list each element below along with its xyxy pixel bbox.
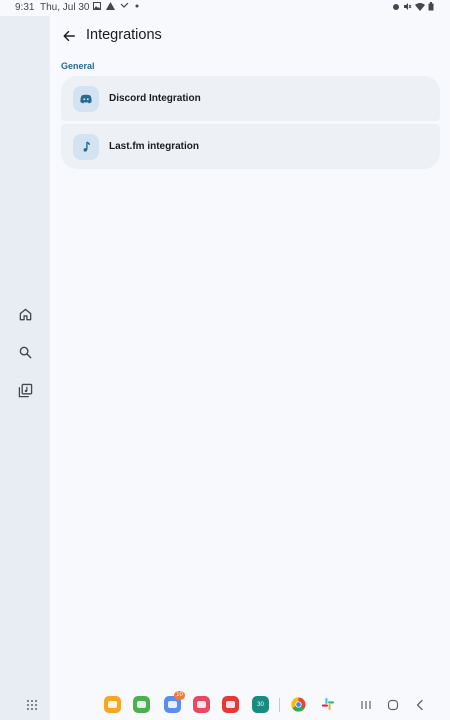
dot-icon	[134, 2, 140, 12]
list-item-lastfm-integration[interactable]: Last.fm integration	[61, 124, 440, 169]
search-icon	[19, 346, 31, 358]
calendar-app-icon[interactable]: 10	[164, 691, 185, 713]
calendar-date-text: 30	[257, 701, 264, 708]
section-label-general: General	[61, 61, 95, 71]
rail-item-search[interactable]	[15, 342, 35, 362]
notification-badge: 10	[174, 691, 185, 700]
back-button[interactable]	[59, 26, 79, 46]
music-note-icon-tile	[73, 133, 99, 160]
screen-recorder-app-icon[interactable]	[193, 696, 210, 713]
calendar-30-app-icon[interactable]: 30	[252, 696, 269, 713]
flipboard-app-icon[interactable]	[222, 696, 239, 713]
home-icon	[19, 308, 31, 320]
status-date: Thu, Jul 30	[40, 2, 90, 13]
discord-integration-label: Discord Integration	[109, 93, 201, 104]
system-icons	[392, 2, 434, 13]
arrow-back-icon	[63, 30, 75, 42]
rail-item-home[interactable]	[15, 304, 35, 324]
discord-icon	[80, 94, 92, 103]
apps-grid-icon[interactable]	[25, 698, 39, 712]
slack-app-icon[interactable]	[321, 697, 335, 711]
back-nav-icon[interactable]	[413, 698, 427, 712]
mute-icon	[403, 2, 412, 13]
taskbar-divider	[279, 698, 280, 712]
taskbar: 10 30	[0, 690, 450, 720]
discord-icon-tile	[73, 85, 99, 112]
recent-apps-icon[interactable]	[359, 698, 373, 712]
status-bar: 9:31 Thu, Jul 30	[0, 0, 450, 16]
my-files-app-icon[interactable]	[104, 696, 121, 713]
rail-item-library[interactable]	[15, 380, 35, 400]
alarm-icon	[392, 2, 400, 13]
image-icon	[93, 2, 101, 12]
status-time: 9:31	[15, 2, 35, 13]
navigation-rail	[0, 16, 50, 720]
list-item-discord-integration[interactable]: Discord Integration	[61, 76, 440, 121]
notification-icons	[93, 2, 140, 12]
battery-icon	[428, 2, 434, 13]
lastfm-integration-label: Last.fm integration	[109, 141, 200, 152]
library-icon	[18, 383, 32, 397]
page-title: Integrations	[86, 27, 162, 43]
wifi-icon	[415, 2, 425, 13]
integrations-list: Discord Integration Last.fm integration	[61, 76, 440, 170]
home-nav-icon[interactable]	[386, 698, 400, 712]
music-note-icon	[83, 141, 91, 152]
chrome-app-icon[interactable]	[291, 697, 306, 712]
calculator-app-icon[interactable]	[133, 696, 150, 713]
warning-icon	[106, 2, 115, 12]
missed-call-icon	[120, 2, 129, 12]
